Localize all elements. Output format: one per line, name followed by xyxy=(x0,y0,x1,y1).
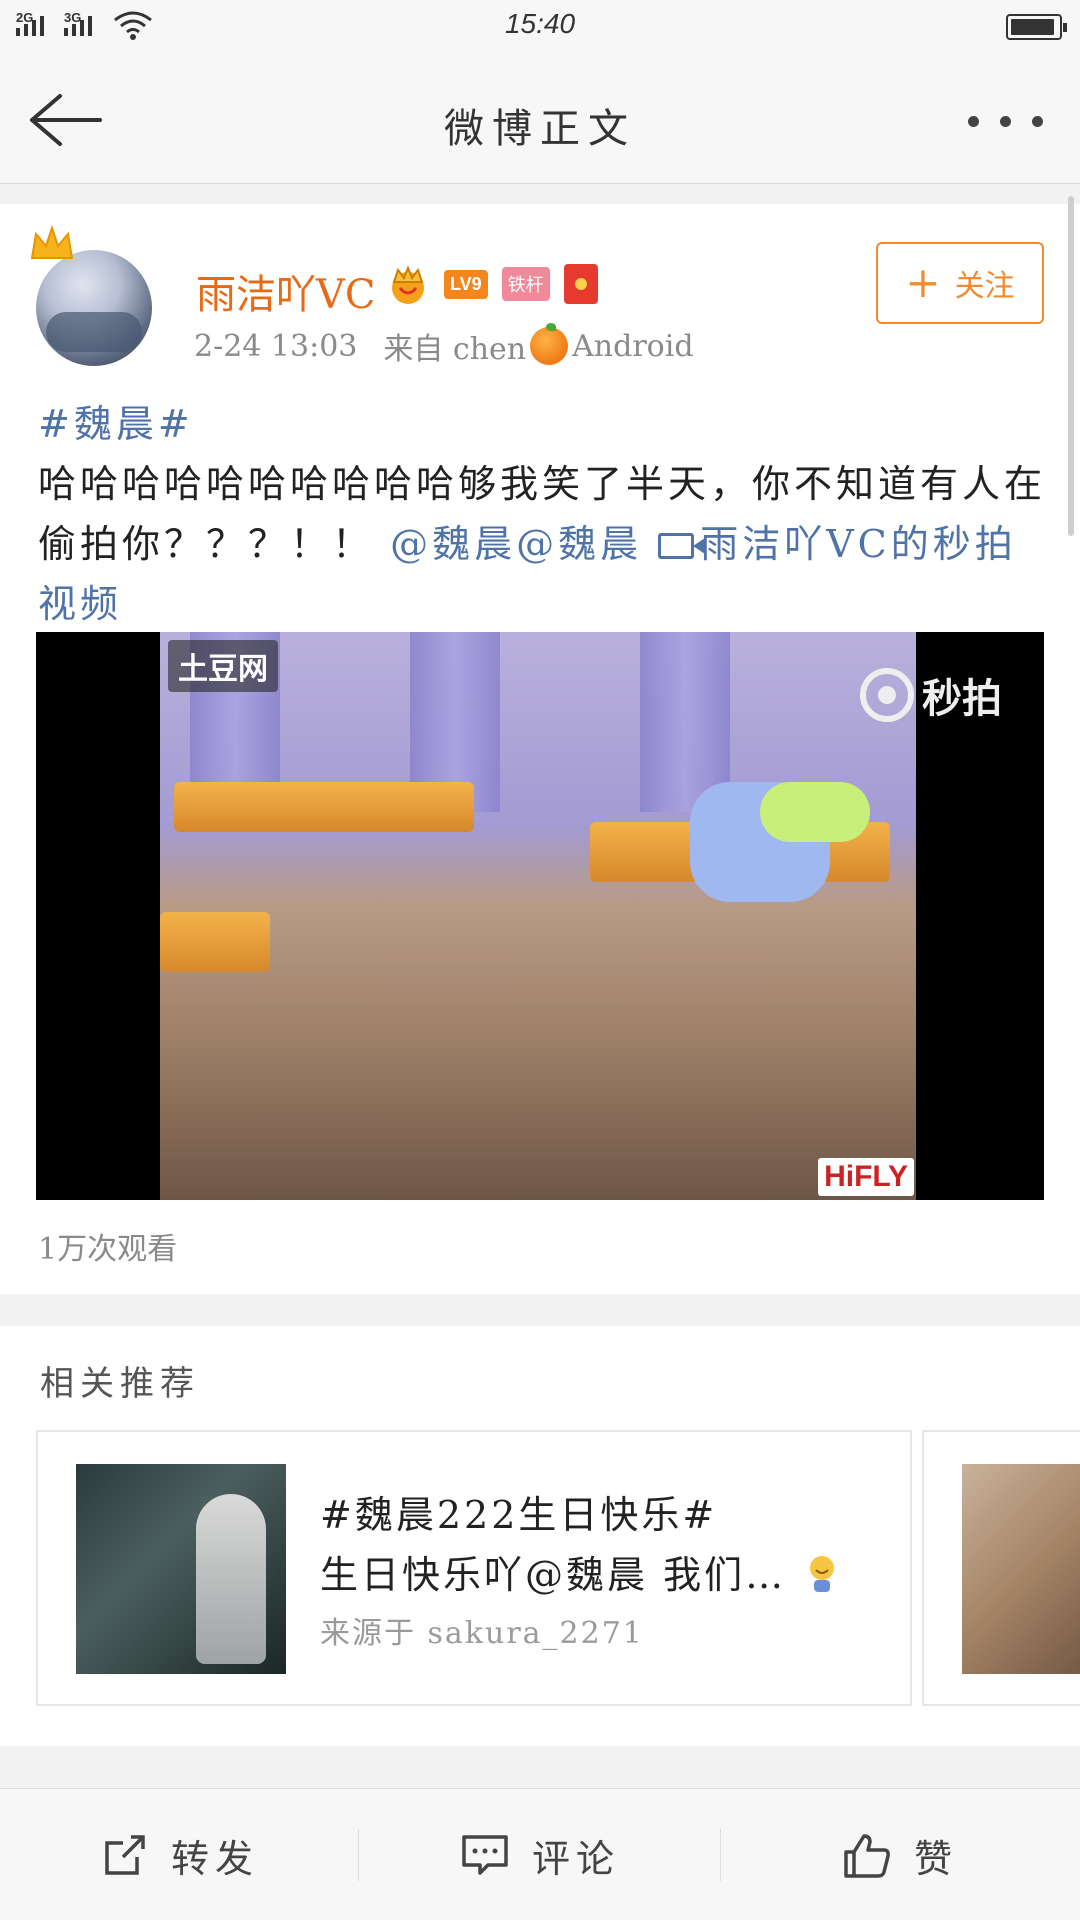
crown-icon xyxy=(30,224,74,259)
miaopai-label: 秒拍 xyxy=(922,676,1002,722)
mention-link[interactable]: @魏晨@魏晨 xyxy=(390,522,642,566)
level-badge[interactable]: LV9 xyxy=(444,269,488,299)
battery-icon xyxy=(1006,14,1067,40)
post-card: 雨洁吖VC LV9 铁杆 2-24 13:03 来自 chen Android … xyxy=(0,204,1080,1294)
related-thumbnail xyxy=(76,1464,286,1674)
miaopai-logo-icon xyxy=(860,668,914,722)
follow-label: 关注 xyxy=(954,269,1015,304)
post-source-suffix: Android xyxy=(572,328,694,364)
divider xyxy=(358,1829,359,1881)
scrollbar[interactable] xyxy=(1068,196,1074,536)
comment-button[interactable]: 评论 xyxy=(360,1789,720,1920)
tudou-watermark: 土豆网 xyxy=(168,640,278,692)
page-title: 微博正文 xyxy=(444,106,636,152)
clock: 15:40 xyxy=(504,8,576,39)
plus-icon: + xyxy=(905,258,941,307)
hashtag-link[interactable]: #魏晨# xyxy=(38,402,194,446)
related-source: 来源于 sakura_2271 xyxy=(320,1616,644,1651)
username[interactable]: 雨洁吖VC xyxy=(196,262,376,320)
post-time: 2-24 13:03 xyxy=(194,328,358,364)
comment-label: 评论 xyxy=(531,1836,620,1881)
post-body: #魏晨# 哈哈哈哈哈哈哈哈哈哈够我笑了半天，你不知道有人在偷拍你？？？！！ @魏… xyxy=(38,394,1048,634)
pillow-shape xyxy=(760,782,870,842)
hifly-watermark: HiFLY xyxy=(818,1158,914,1196)
video-player[interactable]: 土豆网 秒拍 HiFLY xyxy=(36,632,1044,1200)
related-card[interactable]: #魏晨222生日快乐# 生日快乐吖@魏晨 我们… 来源于 sakura_2271 xyxy=(36,1430,912,1706)
follow-button[interactable]: + 关注 xyxy=(876,242,1044,324)
related-line-2: 生日快乐吖@魏晨 我们… xyxy=(320,1544,839,1599)
status-bar: 2G 3G 15:40 xyxy=(0,0,1080,56)
red-packet-icon[interactable] xyxy=(563,264,598,304)
related-title: 相关推荐 xyxy=(40,1364,200,1404)
emoji-icon xyxy=(810,1556,835,1592)
video-frame xyxy=(160,632,916,1200)
view-count: 1万次观看 xyxy=(38,1232,178,1267)
related-line-2-text: 生日快乐吖@魏晨 我们… xyxy=(320,1553,787,1597)
repost-button[interactable]: 转发 xyxy=(0,1789,360,1920)
like-button[interactable]: 赞 xyxy=(720,1789,1080,1920)
thumbs-up-icon xyxy=(844,1834,890,1878)
bed-shape xyxy=(160,912,270,972)
video-camera-icon xyxy=(658,533,706,559)
comment-icon xyxy=(462,1835,508,1875)
fan-badge[interactable]: 铁杆 xyxy=(501,267,550,301)
bottom-action-bar: 转发 评论 赞 xyxy=(0,1788,1080,1920)
bed-shape xyxy=(174,782,474,832)
post-source-prefix: 来自 chen xyxy=(383,332,527,367)
user-badges: LV9 铁杆 xyxy=(386,262,598,306)
top-navigation-bar: 微博正文 xyxy=(0,56,1080,184)
more-options-icon[interactable] xyxy=(962,106,1052,136)
vip-crown-icon[interactable] xyxy=(386,262,430,306)
related-card-next[interactable] xyxy=(922,1430,1080,1706)
related-thumbnail-next xyxy=(962,1464,1080,1674)
related-line-1: #魏晨222生日快乐# xyxy=(320,1493,718,1537)
repost-label: 转发 xyxy=(170,1836,259,1881)
like-label: 赞 xyxy=(913,1836,958,1881)
repost-icon xyxy=(105,1835,145,1875)
miaopai-watermark: 秒拍 xyxy=(860,666,1002,724)
orange-icon xyxy=(530,323,569,365)
related-section: 相关推荐 #魏晨222生日快乐# 生日快乐吖@魏晨 我们… 来源于 sakura… xyxy=(0,1326,1080,1746)
post-meta: 2-24 13:03 来自 chen Android xyxy=(194,323,694,368)
